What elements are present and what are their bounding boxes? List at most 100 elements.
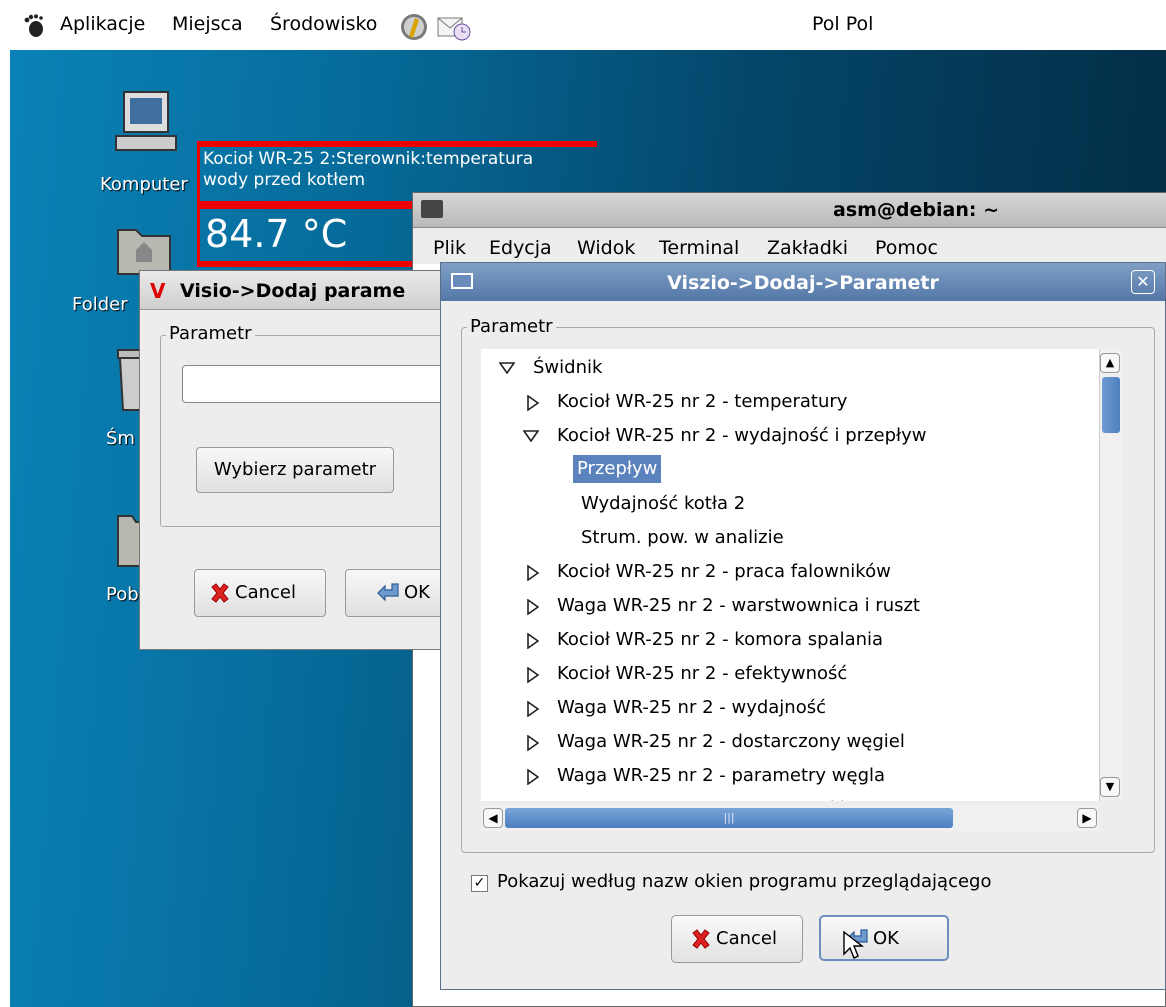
collapsed-arrow-icon[interactable] bbox=[527, 395, 539, 411]
scroll-down-icon[interactable]: ▼ bbox=[1100, 777, 1120, 797]
visio-add-parameter-dialog[interactable]: V Visio->Dodaj parame Parametr Wybierz p… bbox=[139, 270, 467, 650]
tree-node-root[interactable]: Świdnik bbox=[481, 351, 1081, 385]
monitor-border-bottom bbox=[197, 261, 412, 267]
mouse-cursor-icon bbox=[843, 930, 864, 959]
terminal-menu-pomoc[interactable]: Pomoc bbox=[875, 237, 938, 259]
expanded-arrow-icon[interactable] bbox=[523, 430, 539, 442]
monitor-value: 84.7 °C bbox=[205, 212, 348, 256]
tree-node-label: Kocioł WR-25 nr 2 - efektywność bbox=[557, 663, 848, 684]
monitor-parameter-label: Kocioł WR-25 2:Sterownik:temperatura wod… bbox=[203, 149, 595, 191]
tree-node[interactable]: Kocioł WR-25 nr 2 - efektywność bbox=[481, 657, 1081, 691]
mail-clock-icon[interactable] bbox=[436, 12, 472, 42]
desktop-icon-label-folder: Folder bbox=[72, 294, 128, 315]
tree-leaf-selected[interactable]: Przepływ bbox=[481, 453, 1081, 487]
terminal-menu-terminal[interactable]: Terminal bbox=[659, 237, 739, 259]
menu-miejsca[interactable]: Miejsca bbox=[172, 13, 243, 35]
viszio-add-parameter-dialog[interactable]: Viszio->Dodaj->Parametr ✕ Parametr Świdn… bbox=[440, 262, 1166, 990]
show-by-window-names-checkbox[interactable]: ✓ bbox=[471, 875, 488, 892]
menu-aplikacje[interactable]: Aplikacje bbox=[60, 13, 145, 35]
close-icon[interactable]: ✕ bbox=[1131, 270, 1155, 294]
cancel-x-icon bbox=[692, 929, 710, 949]
tree-node[interactable]: Waga WR-25 nr 2 - parametry węgla bbox=[481, 759, 1081, 793]
choose-parameter-button[interactable]: Wybierz parametr bbox=[196, 447, 394, 493]
monitor-label-line1: Kocioł WR-25 2:Sterownik:temperatura bbox=[203, 149, 534, 169]
tree-node[interactable]: Waga WR-25 nr 2 - warstwownica i ruszt bbox=[481, 589, 1081, 623]
top-panel: Aplikacje Miejsca Środowisko Pol Pol bbox=[0, 0, 1166, 50]
tree-node[interactable]: Kocioł WR-25 nr 2 - praca falowników bbox=[481, 555, 1081, 589]
ok-button[interactable]: OK bbox=[819, 915, 949, 961]
visio-app-icon: V bbox=[150, 279, 166, 303]
tree-node-label: Kocioł WR-25 nr 2 - wydajność i przepływ bbox=[557, 425, 927, 446]
collapsed-arrow-icon[interactable] bbox=[527, 633, 539, 649]
ok-label: OK bbox=[873, 928, 899, 949]
ok-arrow-icon bbox=[377, 583, 399, 602]
show-by-window-names-label[interactable]: Pokazuj według nazw okien programu przeg… bbox=[497, 871, 991, 892]
scroll-right-icon[interactable]: ▶ bbox=[1077, 808, 1097, 828]
tree-node-label: Waga WR-25 nr 2 - efektywność bbox=[557, 793, 845, 801]
terminal-title: asm@debian: ~ bbox=[833, 199, 1000, 221]
monitor-label-line2: wody przed kotłem bbox=[203, 170, 366, 190]
terminal-menu-zakladki[interactable]: Zakładki bbox=[767, 237, 848, 259]
tree-node-label: Świdnik bbox=[533, 357, 603, 378]
desktop-icon-label-computer: Komputer bbox=[100, 174, 188, 195]
tree-node[interactable]: Kocioł WR-25 nr 2 - temperatury bbox=[481, 385, 1081, 419]
tree-node[interactable]: Kocioł WR-25 nr 2 - komora spalania bbox=[481, 623, 1081, 657]
visio-dialog-titlebar[interactable]: V Visio->Dodaj parame bbox=[140, 271, 460, 310]
visio-ok-label: OK bbox=[404, 582, 430, 603]
tree-leaf-label: Przepływ bbox=[571, 454, 663, 484]
tree-leaf[interactable]: Strum. pow. w analizie bbox=[481, 521, 1081, 555]
collapsed-arrow-icon[interactable] bbox=[527, 599, 539, 615]
cancel-label: Cancel bbox=[716, 928, 777, 949]
scroll-left-icon[interactable]: ◀ bbox=[483, 808, 503, 828]
visio-cancel-label: Cancel bbox=[235, 582, 296, 603]
viszio-dialog-titlebar[interactable]: Viszio->Dodaj->Parametr ✕ bbox=[441, 263, 1165, 301]
viszio-dialog-title: Viszio->Dodaj->Parametr bbox=[667, 272, 939, 294]
parameter-tree[interactable]: Świdnik Kocioł WR-25 nr 2 - temperatury … bbox=[481, 349, 1099, 801]
terminal-menu-widok[interactable]: Widok bbox=[577, 237, 635, 259]
menu-srodowisko[interactable]: Środowisko bbox=[270, 13, 377, 35]
visio-cancel-button[interactable]: Cancel bbox=[194, 569, 326, 617]
help-icon[interactable] bbox=[398, 12, 430, 42]
monitor-border-top bbox=[197, 141, 597, 147]
visio-parameter-frame bbox=[160, 335, 462, 527]
cancel-button[interactable]: Cancel bbox=[671, 915, 803, 963]
visio-parameter-input[interactable] bbox=[182, 365, 464, 403]
terminal-menu-edycja[interactable]: Edycja bbox=[489, 237, 552, 259]
tree-horizontal-scrollbar[interactable]: ◀ ||| ▶ bbox=[481, 805, 1099, 831]
computer-icon[interactable] bbox=[110, 90, 180, 160]
tree-node-label: Waga WR-25 nr 2 - parametry węgla bbox=[557, 765, 886, 786]
collapsed-arrow-icon[interactable] bbox=[527, 565, 539, 581]
tree-leaf[interactable]: Wydajność kotła 2 bbox=[481, 487, 1081, 521]
expanded-arrow-icon[interactable] bbox=[499, 362, 515, 374]
collapsed-arrow-icon[interactable] bbox=[527, 701, 539, 717]
collapsed-arrow-icon[interactable] bbox=[527, 735, 539, 751]
tree-node[interactable]: Waga WR-25 nr 2 - efektywność bbox=[481, 793, 1081, 801]
parameter-frame-label: Parametr bbox=[467, 316, 556, 337]
tree-node-label: Kocioł WR-25 nr 2 - temperatury bbox=[557, 391, 848, 412]
terminal-menu-plik[interactable]: Plik bbox=[433, 237, 466, 259]
cancel-x-icon bbox=[211, 583, 229, 603]
tree-node-label: Kocioł WR-25 nr 2 - komora spalania bbox=[557, 629, 884, 650]
tree-node-label: Waga WR-25 nr 2 - wydajność bbox=[557, 697, 826, 718]
tree-node[interactable]: Waga WR-25 nr 2 - dostarczony węgiel bbox=[481, 725, 1081, 759]
gnome-foot-icon[interactable] bbox=[22, 14, 46, 38]
panel-user-name[interactable]: Pol Pol bbox=[812, 13, 873, 35]
tree-leaf-label: Wydajność kotła 2 bbox=[581, 493, 746, 514]
tree-node[interactable]: Waga WR-25 nr 2 - wydajność bbox=[481, 691, 1081, 725]
visio-dialog-title: Visio->Dodaj parame bbox=[180, 280, 406, 302]
visio-frame-label: Parametr bbox=[166, 323, 255, 344]
tree-leaf-label: Strum. pow. w analizie bbox=[581, 527, 784, 548]
terminal-titlebar[interactable]: asm@debian: ~ bbox=[413, 193, 1166, 228]
tree-node-label: Kocioł WR-25 nr 2 - praca falowników bbox=[557, 561, 891, 582]
desktop-icon-label-downloads: Pob bbox=[106, 584, 139, 605]
tree-node-label: Waga WR-25 nr 2 - dostarczony węgiel bbox=[557, 731, 905, 752]
tree-node-label: Waga WR-25 nr 2 - warstwownica i ruszt bbox=[557, 595, 920, 616]
horizontal-scroll-thumb[interactable]: ||| bbox=[505, 808, 953, 828]
collapsed-arrow-icon[interactable] bbox=[527, 769, 539, 785]
desktop-icon-label-trash: Śm bbox=[106, 428, 135, 449]
vertical-scroll-thumb[interactable] bbox=[1102, 377, 1120, 433]
tree-node[interactable]: Kocioł WR-25 nr 2 - wydajność i przepływ bbox=[481, 419, 1081, 453]
tree-vertical-scrollbar[interactable]: ▲ ▼ bbox=[1099, 349, 1122, 801]
collapsed-arrow-icon[interactable] bbox=[527, 667, 539, 683]
scroll-up-icon[interactable]: ▲ bbox=[1100, 353, 1120, 373]
